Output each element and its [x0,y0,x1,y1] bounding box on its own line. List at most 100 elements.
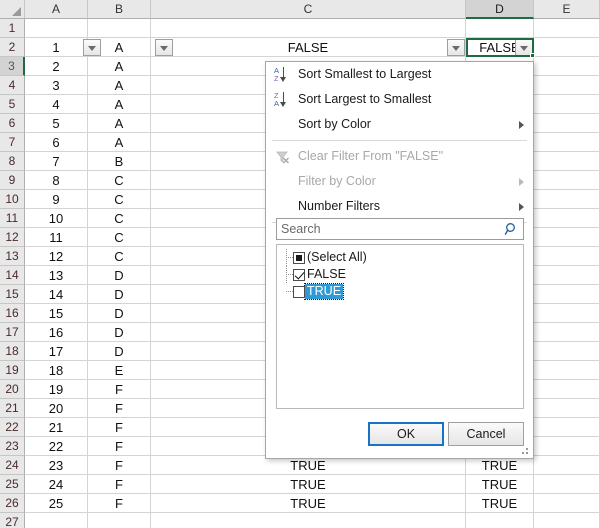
cell-b25[interactable]: F [88,475,151,494]
row-header[interactable]: 19 [0,361,25,380]
row-header[interactable]: 7 [0,133,25,152]
cell-c25[interactable]: TRUE [151,475,466,494]
cell-e12[interactable] [534,228,600,247]
cell-a13[interactable]: 12 [25,247,88,266]
cell-b26[interactable]: F [88,494,151,513]
cell-a17[interactable]: 16 [25,323,88,342]
row-header[interactable]: 26 [0,494,25,513]
cell-e24[interactable] [534,456,600,475]
cell-b11[interactable]: C [88,209,151,228]
filter-value-item[interactable]: (Select All) [277,249,523,266]
row-header[interactable]: 4 [0,76,25,95]
cell-a8[interactable]: 7 [25,152,88,171]
cell-c26[interactable]: TRUE [151,494,466,513]
column-header-e[interactable]: E [534,0,600,19]
cell-a24[interactable]: 23 [25,456,88,475]
row-header[interactable]: 8 [0,152,25,171]
cell-b19[interactable]: E [88,361,151,380]
cell-e8[interactable] [534,152,600,171]
filter-value-listbox[interactable]: (Select All) FALSE TRUE [276,244,524,409]
cell-b12[interactable]: C [88,228,151,247]
cell-e9[interactable] [534,171,600,190]
row-header[interactable]: 6 [0,114,25,133]
cell-d27[interactable] [466,513,534,528]
cell-b22[interactable]: F [88,418,151,437]
row-header[interactable]: 13 [0,247,25,266]
column-header-a[interactable]: A [25,0,88,19]
row-header[interactable]: 11 [0,209,25,228]
cell-b21[interactable]: F [88,399,151,418]
cell-a7[interactable]: 6 [25,133,88,152]
cell-e19[interactable] [534,361,600,380]
cell-b3[interactable]: A [88,57,151,76]
cell-e15[interactable] [534,285,600,304]
cell-a1[interactable] [25,19,88,38]
row-header[interactable]: 3 [0,57,25,76]
cell-e23[interactable] [534,437,600,456]
row-header[interactable]: 17 [0,323,25,342]
cell-e25[interactable] [534,475,600,494]
cell-e26[interactable] [534,494,600,513]
cell-a9[interactable]: 8 [25,171,88,190]
column-header-d[interactable]: D [466,0,534,19]
row-header[interactable]: 14 [0,266,25,285]
search-icon[interactable] [504,222,519,237]
cell-d26[interactable]: TRUE [466,494,534,513]
checkbox-true[interactable] [293,285,305,298]
cell-e22[interactable] [534,418,600,437]
row-header[interactable]: 2 [0,38,25,57]
cell-b9[interactable]: C [88,171,151,190]
row-header[interactable]: 1 [0,19,25,38]
row-header[interactable]: 18 [0,342,25,361]
cell-a4[interactable]: 3 [25,76,88,95]
cell-b1[interactable] [88,19,151,38]
row-header[interactable]: 25 [0,475,25,494]
filter-button-c[interactable] [447,39,465,56]
cell-c27[interactable] [151,513,466,528]
cell-a14[interactable]: 13 [25,266,88,285]
cell-e18[interactable] [534,342,600,361]
cell-e10[interactable] [534,190,600,209]
cell-b5[interactable]: A [88,95,151,114]
filter-value-item[interactable]: FALSE [277,266,523,283]
checkbox-false[interactable] [293,268,305,281]
cell-a11[interactable]: 10 [25,209,88,228]
row-header[interactable]: 22 [0,418,25,437]
cancel-button[interactable]: Cancel [448,422,524,446]
filter-button-a[interactable] [83,39,101,56]
row-header[interactable]: 27 [0,513,25,528]
cell-b17[interactable]: D [88,323,151,342]
cell-e21[interactable] [534,399,600,418]
column-header-c[interactable]: C [151,0,466,19]
cell-a22[interactable]: 21 [25,418,88,437]
cell-e13[interactable] [534,247,600,266]
cell-e2[interactable] [534,38,600,57]
cell-a26[interactable]: 25 [25,494,88,513]
cell-a15[interactable]: 14 [25,285,88,304]
cell-a18[interactable]: 17 [25,342,88,361]
cell-c2[interactable]: FALSE [151,38,466,57]
menu-item-number-filters[interactable]: Number Filters [266,194,533,219]
cell-e27[interactable] [534,513,600,528]
row-header[interactable]: 20 [0,380,25,399]
cell-e1[interactable] [534,19,600,38]
filter-value-item[interactable]: TRUE [277,283,523,300]
cell-a21[interactable]: 20 [25,399,88,418]
column-header-b[interactable]: B [88,0,151,19]
cell-a2[interactable]: 1 [25,38,88,57]
cell-b14[interactable]: D [88,266,151,285]
menu-item-sort-by-color[interactable]: Sort by Color [266,112,533,137]
cell-a25[interactable]: 24 [25,475,88,494]
cell-a10[interactable]: 9 [25,190,88,209]
row-header[interactable]: 15 [0,285,25,304]
select-all-corner[interactable] [0,0,25,19]
cell-b23[interactable]: F [88,437,151,456]
cell-e20[interactable] [534,380,600,399]
cell-a19[interactable]: 18 [25,361,88,380]
cell-a3[interactable]: 2 [25,57,88,76]
cell-e4[interactable] [534,76,600,95]
cell-b16[interactable]: D [88,304,151,323]
search-input[interactable] [277,219,501,239]
cell-a6[interactable]: 5 [25,114,88,133]
menu-item-sort-largest-to-smallest[interactable]: Z A Sort Largest to Smallest [266,87,533,112]
